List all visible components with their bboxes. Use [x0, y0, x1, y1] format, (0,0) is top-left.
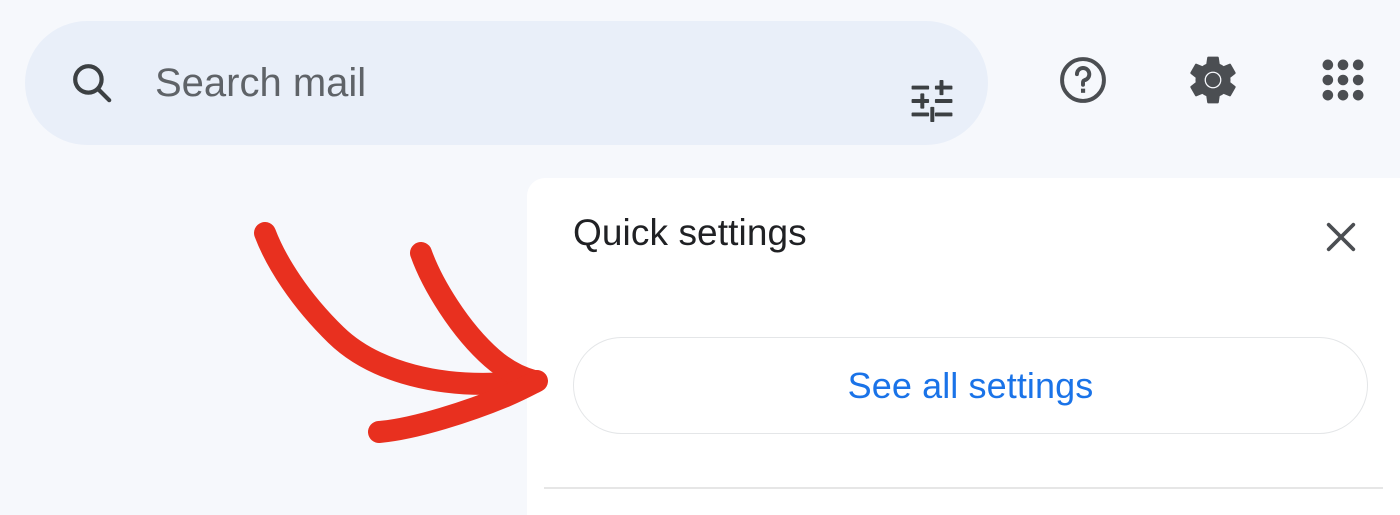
- google-apps-button[interactable]: [1302, 41, 1384, 123]
- tune-filter-icon: [907, 76, 957, 131]
- apps-grid-icon: [1317, 54, 1369, 111]
- see-all-settings-label: See all settings: [847, 364, 1094, 406]
- quick-settings-title: Quick settings: [573, 212, 807, 253]
- help-circle-icon: [1056, 53, 1110, 112]
- support-button[interactable]: [1042, 41, 1124, 123]
- settings-button[interactable]: [1172, 41, 1254, 123]
- quick-settings-divider: [544, 487, 1383, 489]
- screenshot-root: Quick settings See all settings: [0, 0, 1400, 515]
- close-quick-settings-button[interactable]: [1312, 210, 1370, 268]
- search-icon: [68, 59, 116, 107]
- gear-icon: [1185, 52, 1241, 113]
- quick-settings-panel: Quick settings See all settings: [527, 178, 1400, 515]
- see-all-settings-button[interactable]: See all settings: [573, 337, 1368, 434]
- search-input[interactable]: [155, 59, 855, 107]
- search-bar[interactable]: [25, 21, 988, 145]
- search-options-button[interactable]: [891, 62, 973, 144]
- close-x-icon: [1321, 217, 1361, 262]
